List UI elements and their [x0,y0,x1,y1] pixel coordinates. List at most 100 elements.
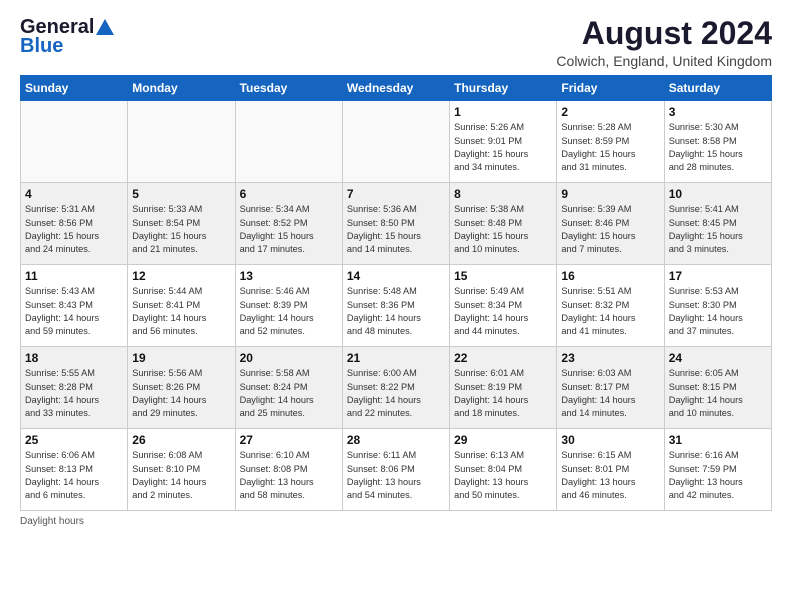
title-block: August 2024 Colwich, England, United Kin… [556,16,772,69]
day-detail: Sunrise: 6:00 AM Sunset: 8:22 PM Dayligh… [347,367,445,420]
day-cell: 26 Sunrise: 6:08 AM Sunset: 8:10 PM Dayli… [128,429,235,511]
day-detail: Sunrise: 6:10 AM Sunset: 8:08 PM Dayligh… [240,449,338,502]
footer-note: Daylight hours [20,516,772,527]
day-cell: 4Sunrise: 5:31 AM Sunset: 8:56 PM Daylig… [21,183,128,265]
day-number: 16 [561,269,659,283]
calendar-table: SundayMondayTuesdayWednesdayThursdayFrid… [20,75,772,511]
day-cell: 3 Sunrise: 5:30 AM Sunset: 8:58 PM Daylig… [664,101,771,183]
day-number: 20 [240,351,338,365]
location: Colwich, England, United Kingdom [556,53,772,69]
day-cell: 21Sunrise: 6:00 AM Sunset: 8:22 PM Dayli… [342,347,449,429]
day-number: 5 [132,187,230,201]
day-cell: 24 Sunrise: 6:05 AM Sunset: 8:15 PM Dayli… [664,347,771,429]
day-detail: Sunrise: 6:08 AM Sunset: 8:10 PM Dayligh… [132,449,230,502]
day-cell [235,101,342,183]
day-number: 8 [454,187,552,201]
day-cell: 7Sunrise: 5:36 AM Sunset: 8:50 PM Daylig… [342,183,449,265]
day-detail: Sunrise: 5:43 AM Sunset: 8:43 PM Dayligh… [25,285,123,338]
day-cell [342,101,449,183]
col-header-monday: Monday [128,76,235,101]
day-cell: 22 Sunrise: 6:01 AM Sunset: 8:19 PM Dayli… [450,347,557,429]
day-number: 1 [454,105,552,119]
day-number: 25 [25,433,123,447]
day-cell [128,101,235,183]
day-detail: Sunrise: 5:49 AM Sunset: 8:34 PM Dayligh… [454,285,552,338]
day-cell: 19Sunrise: 5:56 AM Sunset: 8:26 PM Dayli… [128,347,235,429]
day-number: 9 [561,187,659,201]
week-row-2: 4Sunrise: 5:31 AM Sunset: 8:56 PM Daylig… [21,183,772,265]
day-number: 22 [454,351,552,365]
logo-blue: Blue [20,35,63,58]
day-number: 11 [25,269,123,283]
day-number: 17 [669,269,767,283]
day-detail: Sunrise: 6:05 AM Sunset: 8:15 PM Dayligh… [669,367,767,420]
day-cell: 13 Sunrise: 5:46 AM Sunset: 8:39 PM Dayli… [235,265,342,347]
col-header-sunday: Sunday [21,76,128,101]
day-number: 24 [669,351,767,365]
col-header-saturday: Saturday [664,76,771,101]
day-cell: 6Sunrise: 5:34 AM Sunset: 8:52 PM Daylig… [235,183,342,265]
col-header-wednesday: Wednesday [342,76,449,101]
day-detail: Sunrise: 5:48 AM Sunset: 8:36 PM Dayligh… [347,285,445,338]
day-detail: Sunrise: 6:11 AM Sunset: 8:06 PM Dayligh… [347,449,445,502]
day-detail: Sunrise: 5:34 AM Sunset: 8:52 PM Dayligh… [240,203,338,256]
day-cell: 30 Sunrise: 6:15 AM Sunset: 8:01 PM Dayli… [557,429,664,511]
day-cell: 17 Sunrise: 5:53 AM Sunset: 8:30 PM Dayli… [664,265,771,347]
day-cell: 9 Sunrise: 5:39 AM Sunset: 8:46 PM Daylig… [557,183,664,265]
day-number: 26 [132,433,230,447]
day-detail: Sunrise: 5:30 AM Sunset: 8:58 PM Dayligh… [669,121,767,174]
day-number: 7 [347,187,445,201]
day-number: 3 [669,105,767,119]
day-number: 13 [240,269,338,283]
day-cell: 18 Sunrise: 5:55 AM Sunset: 8:28 PM Dayli… [21,347,128,429]
day-detail: Sunrise: 5:55 AM Sunset: 8:28 PM Dayligh… [25,367,123,420]
day-number: 27 [240,433,338,447]
day-cell: 27 Sunrise: 6:10 AM Sunset: 8:08 PM Dayli… [235,429,342,511]
day-detail: Sunrise: 5:33 AM Sunset: 8:54 PM Dayligh… [132,203,230,256]
page: General Blue August 2024 Colwich, Englan… [0,0,792,537]
header: General Blue August 2024 Colwich, Englan… [20,16,772,69]
day-number: 15 [454,269,552,283]
col-header-friday: Friday [557,76,664,101]
day-number: 10 [669,187,767,201]
day-cell: 15 Sunrise: 5:49 AM Sunset: 8:34 PM Dayli… [450,265,557,347]
day-detail: Sunrise: 5:41 AM Sunset: 8:45 PM Dayligh… [669,203,767,256]
week-row-3: 11 Sunrise: 5:43 AM Sunset: 8:43 PM Dayli… [21,265,772,347]
day-cell: 12 Sunrise: 5:44 AM Sunset: 8:41 PM Dayli… [128,265,235,347]
day-cell: 11 Sunrise: 5:43 AM Sunset: 8:43 PM Dayli… [21,265,128,347]
week-row-4: 18 Sunrise: 5:55 AM Sunset: 8:28 PM Dayli… [21,347,772,429]
day-cell: 16Sunrise: 5:51 AM Sunset: 8:32 PM Dayli… [557,265,664,347]
day-detail: Sunrise: 5:44 AM Sunset: 8:41 PM Dayligh… [132,285,230,338]
day-number: 18 [25,351,123,365]
day-detail: Sunrise: 6:15 AM Sunset: 8:01 PM Dayligh… [561,449,659,502]
month-year: August 2024 [556,16,772,51]
day-number: 2 [561,105,659,119]
day-detail: Sunrise: 5:56 AM Sunset: 8:26 PM Dayligh… [132,367,230,420]
day-detail: Sunrise: 5:28 AM Sunset: 8:59 PM Dayligh… [561,121,659,174]
logo: General Blue [20,16,116,58]
week-row-1: 1 Sunrise: 5:26 AM Sunset: 9:01 PM Daylig… [21,101,772,183]
col-header-tuesday: Tuesday [235,76,342,101]
day-number: 23 [561,351,659,365]
day-detail: Sunrise: 6:06 AM Sunset: 8:13 PM Dayligh… [25,449,123,502]
day-detail: Sunrise: 5:26 AM Sunset: 9:01 PM Dayligh… [454,121,552,174]
day-detail: Sunrise: 6:01 AM Sunset: 8:19 PM Dayligh… [454,367,552,420]
day-cell: 25 Sunrise: 6:06 AM Sunset: 8:13 PM Dayli… [21,429,128,511]
day-detail: Sunrise: 5:58 AM Sunset: 8:24 PM Dayligh… [240,367,338,420]
header-row: SundayMondayTuesdayWednesdayThursdayFrid… [21,76,772,101]
day-detail: Sunrise: 5:39 AM Sunset: 8:46 PM Dayligh… [561,203,659,256]
day-cell: 14 Sunrise: 5:48 AM Sunset: 8:36 PM Dayli… [342,265,449,347]
col-header-thursday: Thursday [450,76,557,101]
day-detail: Sunrise: 5:31 AM Sunset: 8:56 PM Dayligh… [25,203,123,256]
day-detail: Sunrise: 6:16 AM Sunset: 7:59 PM Dayligh… [669,449,767,502]
day-detail: Sunrise: 5:46 AM Sunset: 8:39 PM Dayligh… [240,285,338,338]
day-cell: 31Sunrise: 6:16 AM Sunset: 7:59 PM Dayli… [664,429,771,511]
day-detail: Sunrise: 6:03 AM Sunset: 8:17 PM Dayligh… [561,367,659,420]
logo-icon [94,17,116,39]
day-number: 30 [561,433,659,447]
day-cell: 2 Sunrise: 5:28 AM Sunset: 8:59 PM Daylig… [557,101,664,183]
day-detail: Sunrise: 5:53 AM Sunset: 8:30 PM Dayligh… [669,285,767,338]
day-number: 14 [347,269,445,283]
day-number: 12 [132,269,230,283]
day-cell: 20 Sunrise: 5:58 AM Sunset: 8:24 PM Dayli… [235,347,342,429]
